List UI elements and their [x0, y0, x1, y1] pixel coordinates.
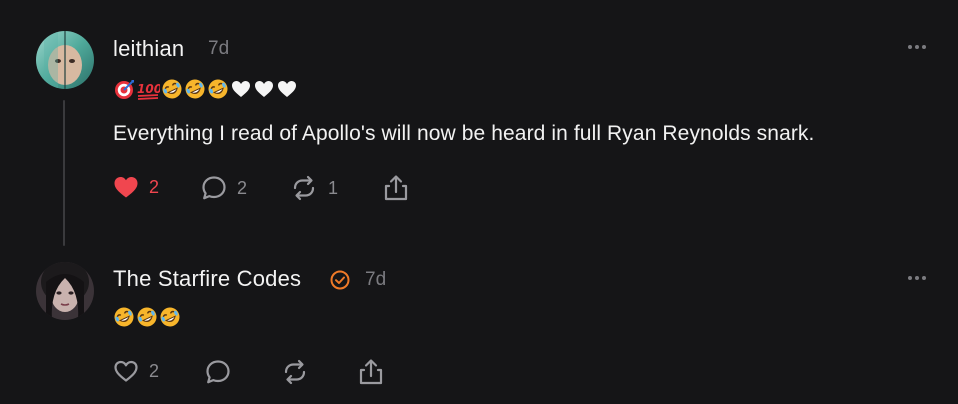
- heart-filled-icon: [114, 177, 138, 198]
- repost-icon: [293, 175, 315, 201]
- more-options-button[interactable]: [904, 41, 930, 53]
- avatar[interactable]: [36, 262, 94, 320]
- white-heart-emoji-icon: [255, 81, 273, 97]
- repost-button[interactable]: 1: [290, 175, 338, 201]
- thread-line: [63, 100, 65, 246]
- repost-count: 1: [328, 177, 339, 198]
- repost-icon: [284, 359, 306, 385]
- more-options-button[interactable]: [904, 272, 930, 284]
- share-button[interactable]: [358, 358, 384, 386]
- post-the-starfire-codes: The Starfire Codes 7d 2: [0, 250, 958, 404]
- emoji-row: 100: [113, 78, 298, 100]
- white-heart-emoji-icon: [232, 81, 250, 97]
- like-button[interactable]: 2: [113, 359, 159, 383]
- post-leithian: leithian 7d 100 Everything I read of Apo…: [0, 0, 958, 250]
- reply-button[interactable]: [205, 359, 231, 385]
- dart-emoji-icon: [115, 80, 134, 99]
- white-heart-emoji-icon: [278, 81, 296, 97]
- post-time[interactable]: 7d: [365, 269, 386, 291]
- rofl-emoji-icon: [208, 79, 228, 99]
- verified-badge-icon: [330, 270, 350, 290]
- rofl-emoji-icon: [185, 79, 205, 99]
- like-count: 2: [149, 360, 160, 381]
- rofl-emoji-icon: [162, 79, 182, 99]
- reply-button[interactable]: 2: [201, 175, 247, 201]
- post-text: Everything I read of Apollo's will now b…: [113, 122, 815, 145]
- share-icon: [384, 175, 408, 201]
- share-icon: [359, 359, 383, 385]
- post-time[interactable]: 7d: [208, 38, 229, 60]
- comment-icon: [206, 360, 230, 384]
- avatar[interactable]: [36, 31, 94, 89]
- reply-count: 2: [237, 177, 248, 198]
- hundred-points-emoji-icon: 100: [137, 82, 160, 100]
- comment-icon: [202, 176, 226, 200]
- rofl-emoji-icon: [137, 307, 157, 327]
- rofl-emoji-icon: [160, 307, 180, 327]
- svg-text:100: 100: [137, 82, 160, 96]
- heart-outline-icon: [114, 360, 138, 382]
- share-button[interactable]: [383, 174, 409, 202]
- emoji-row: [113, 306, 181, 328]
- like-button[interactable]: 2: [113, 175, 159, 199]
- rofl-emoji-icon: [114, 307, 134, 327]
- like-count: 2: [149, 176, 160, 197]
- repost-button[interactable]: [281, 359, 309, 385]
- author-name[interactable]: leithian: [113, 36, 184, 62]
- author-name[interactable]: The Starfire Codes: [113, 266, 301, 292]
